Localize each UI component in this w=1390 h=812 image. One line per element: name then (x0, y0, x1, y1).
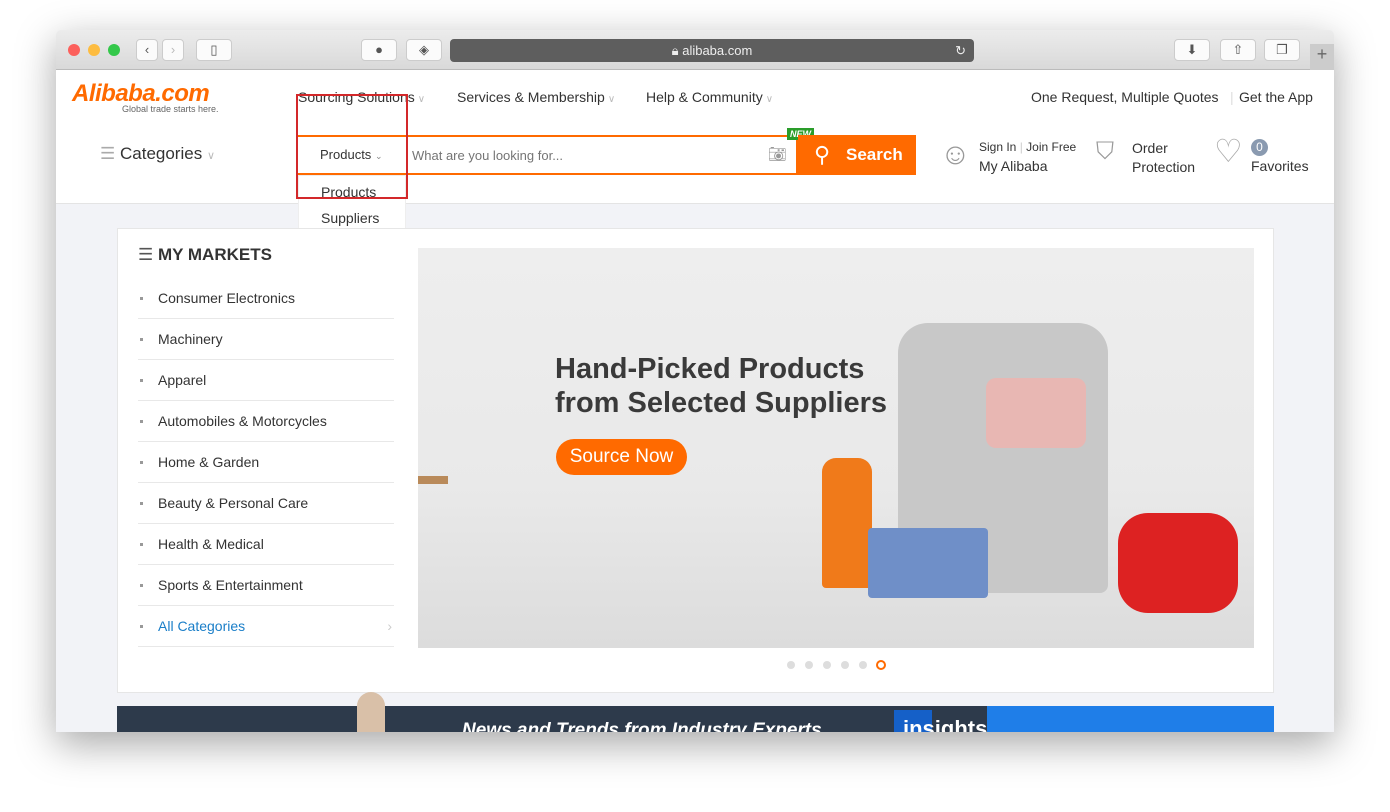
divider: | (1230, 89, 1234, 105)
request-quotes-link[interactable]: One Request, Multiple Quotes (1031, 89, 1219, 105)
all-categories-link[interactable]: All Categories › (138, 606, 394, 647)
list-icon: ☰ (138, 245, 154, 264)
alibaba-logo[interactable]: Alibaba.com Global trade starts here. (72, 80, 219, 114)
close-window-button[interactable] (68, 44, 80, 56)
carousel-dot[interactable] (787, 661, 795, 669)
address-bar[interactable]: 🔒︎ alibaba.com ↻ (450, 39, 974, 62)
camera-icon[interactable]: 📷︎ (768, 145, 787, 163)
search-button-label: Search (846, 145, 903, 164)
highlight-box (296, 94, 408, 199)
market-item[interactable]: Health & Medical (138, 524, 394, 565)
source-now-button[interactable]: Source Now (556, 439, 687, 475)
order-protection-link[interactable]: Order Protection (1132, 139, 1195, 177)
carousel-dot[interactable] (805, 661, 813, 669)
reload-icon[interactable]: ↻ (955, 39, 966, 62)
market-item[interactable]: Machinery (138, 319, 394, 360)
account-links: Sign In | Join Free (979, 140, 1077, 154)
market-item[interactable]: Beauty & Personal Care (138, 483, 394, 524)
back-icon[interactable]: ‹ (136, 39, 158, 61)
shield-dollar-icon: ⛉ (1096, 138, 1114, 165)
carousel-dot[interactable] (841, 661, 849, 669)
pillow-image (986, 378, 1086, 448)
grammarly-extension-icon[interactable]: ● (361, 39, 397, 61)
hero-line2: from Selected Suppliers (555, 387, 887, 419)
carousel-dot-active[interactable] (876, 660, 886, 670)
chevron-down-icon: ∨ (417, 94, 426, 105)
chevron-right-icon: › (387, 618, 392, 634)
browser-toolbar: ‹ › ▯ ● ◈ 🔒︎ alibaba.com ↻ ⬇ ⇧ ❐ + (56, 30, 1334, 70)
insights-logo: insights (903, 716, 988, 732)
user-icon: ☺︎ (940, 138, 971, 171)
market-item[interactable]: Apparel (138, 360, 394, 401)
list-icon: ☰ (100, 144, 116, 163)
carousel-dot[interactable] (823, 661, 831, 669)
get-app-link[interactable]: Get the App (1239, 89, 1313, 105)
insights-panel (987, 706, 1274, 732)
favorites-count-badge: 0 (1251, 139, 1268, 156)
site-header: Alibaba.com Global trade starts here. So… (56, 70, 1334, 238)
bottle-image (822, 458, 872, 588)
search-icon: ⚲ (814, 142, 831, 167)
my-markets-panel: ☰ MY MARKETS Consumer Electronics Machin… (117, 228, 1274, 693)
my-alibaba-link[interactable]: My Alibaba (979, 158, 1047, 174)
order-protection-line2: Protection (1132, 159, 1196, 175)
tabs-icon[interactable]: ❐ (1264, 39, 1300, 61)
chevron-down-icon: ∨ (765, 94, 774, 105)
news-banner-text: News and Trends from Industry Experts (462, 720, 822, 732)
dropdown-option-suppliers[interactable]: Suppliers (299, 200, 405, 226)
clothes-image (868, 528, 988, 598)
order-protection-line1: Order (1132, 140, 1168, 156)
share-icon[interactable]: ⇧ (1220, 39, 1256, 61)
heart-icon[interactable]: ♡ (1214, 132, 1243, 170)
categories-label: Categories (119, 144, 203, 163)
nav-label: Help & Community (646, 89, 763, 105)
sidebar-icon[interactable]: ▯ (196, 39, 232, 61)
all-categories-label: All Categories (158, 618, 246, 634)
forward-icon[interactable]: › (162, 39, 184, 61)
hero-line1: Hand-Picked Products (555, 353, 865, 385)
nav-help-community[interactable]: Help & Community ∨ (646, 89, 773, 105)
market-item[interactable]: Consumer Electronics (138, 278, 394, 319)
join-free-link[interactable]: Join Free (1026, 140, 1076, 154)
new-tab-button[interactable]: + (1310, 44, 1334, 70)
markets-title: ☰ MY MARKETS (138, 245, 272, 265)
hero-headline: Hand-Picked Products from Selected Suppli… (555, 352, 887, 420)
url-text: alibaba.com (682, 43, 753, 58)
market-item[interactable]: Sports & Entertainment (138, 565, 394, 606)
nav-services-membership[interactable]: Services & Membership ∨ (457, 89, 615, 105)
sign-in-link[interactable]: Sign In (979, 140, 1016, 154)
minimize-window-button[interactable] (88, 44, 100, 56)
download-icon[interactable]: ⬇ (1174, 39, 1210, 61)
hero-banner[interactable]: Hand-Picked Products from Selected Suppli… (418, 248, 1254, 648)
favorites-link[interactable]: Favorites (1251, 158, 1309, 174)
insights-banner[interactable]: News and Trends from Industry Experts in… (117, 692, 1274, 732)
carousel-dot[interactable] (859, 661, 867, 669)
categories-menu[interactable]: ☰ Categories ∨ (100, 144, 215, 164)
market-item[interactable]: Automobiles & Motorcycles (138, 401, 394, 442)
search-button[interactable]: ⚲ Search (798, 135, 916, 175)
zoom-window-button[interactable] (108, 44, 120, 56)
shield-extension-icon[interactable]: ◈ (406, 39, 442, 61)
chevron-down-icon: ∨ (206, 150, 215, 162)
lock-icon: 🔒︎ (671, 43, 679, 58)
vacuum-image (1118, 513, 1238, 613)
browser-window: ‹ › ▯ ● ◈ 🔒︎ alibaba.com ↻ ⬇ ⇧ ❐ + Alibab… (56, 30, 1334, 732)
logo-tagline: Global trade starts here. (122, 104, 219, 114)
chevron-down-icon: ∨ (607, 94, 616, 105)
nav-label: Services & Membership (457, 89, 605, 105)
markets-title-text: MY MARKETS (157, 245, 272, 264)
market-item[interactable]: Home & Garden (138, 442, 394, 483)
table-image (418, 476, 448, 484)
search-input[interactable] (412, 141, 762, 169)
expert-photo (357, 692, 385, 732)
